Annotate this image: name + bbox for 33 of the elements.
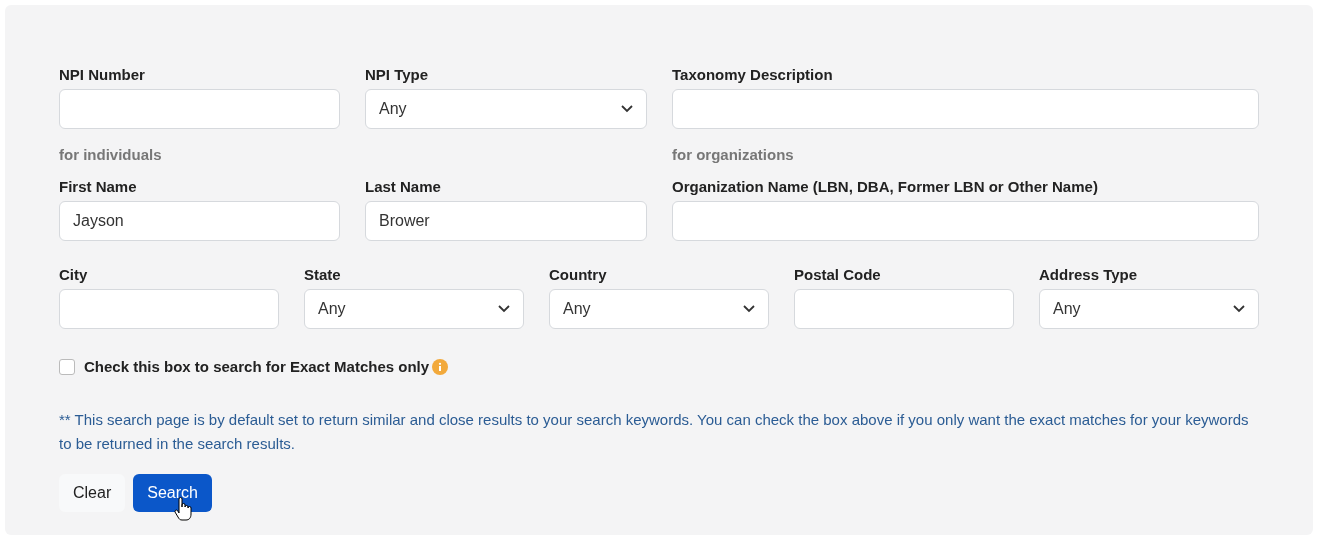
chevron-down-icon bbox=[498, 305, 510, 313]
input-field[interactable]: Brower bbox=[365, 201, 647, 241]
field-label: Address Type bbox=[1039, 265, 1139, 285]
search-note: ** This search page is by default set to return similar and close results to your search keywords. You can check the box above if you only want the exact matches for your keywords to be returned in the search results. bbox=[59, 409, 1250, 454]
chevron-down-icon bbox=[1233, 305, 1245, 313]
input-field[interactable] bbox=[794, 289, 1014, 329]
dropdown[interactable]: Any bbox=[549, 289, 769, 329]
input-field[interactable] bbox=[59, 89, 340, 129]
input-field[interactable] bbox=[672, 89, 1259, 129]
field-label: Taxonomy Description bbox=[672, 65, 834, 85]
field-label: State bbox=[304, 265, 342, 285]
field-label: City bbox=[59, 265, 89, 285]
field-label: Country bbox=[549, 265, 608, 285]
dropdown[interactable]: Any bbox=[1039, 289, 1259, 329]
checkbox[interactable] bbox=[59, 359, 75, 376]
input-field[interactable] bbox=[672, 201, 1259, 241]
field-label: First Name bbox=[59, 177, 138, 197]
info-icon bbox=[432, 359, 449, 376]
input-field[interactable]: Jayson bbox=[59, 201, 340, 241]
field-label: Postal Code bbox=[794, 265, 882, 285]
chevron-down-icon bbox=[743, 305, 755, 313]
checkbox-label: Check this box to search for Exact Matches only bbox=[84, 357, 430, 377]
dropdown[interactable]: Any bbox=[304, 289, 524, 329]
clear-button[interactable]: Clear bbox=[59, 473, 126, 512]
field-label: NPI Number bbox=[59, 65, 146, 85]
input-field[interactable] bbox=[59, 289, 279, 329]
group-caption: for organizations bbox=[672, 146, 794, 163]
field-label: Last Name bbox=[365, 177, 442, 197]
field-label: NPI Type bbox=[365, 65, 430, 85]
group-caption: for individuals bbox=[59, 146, 162, 163]
chevron-down-icon bbox=[621, 105, 633, 113]
field-label: Organization Name (LBN, DBA, Former LBN or Other Name) bbox=[672, 177, 1099, 197]
dropdown[interactable]: Any bbox=[365, 89, 647, 129]
